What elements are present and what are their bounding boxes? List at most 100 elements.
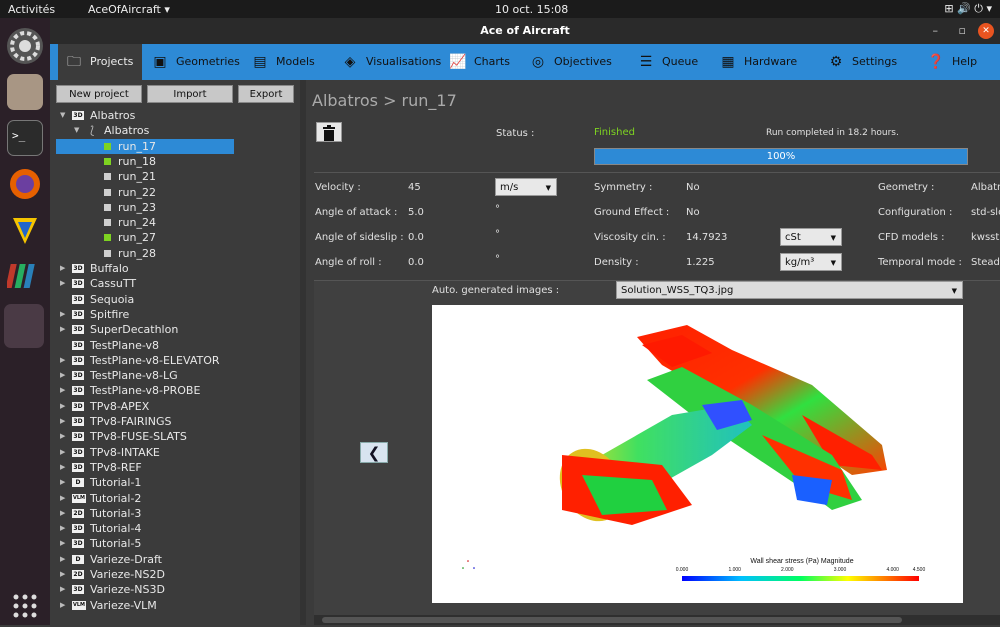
tab-settings[interactable]: ⚙ Settings <box>820 44 910 80</box>
settings-launcher-icon[interactable] <box>7 28 43 64</box>
files-icon[interactable] <box>7 74 43 110</box>
run-item[interactable]: run_17 <box>56 138 234 154</box>
viscosity-unit-select[interactable]: cSt ▼ <box>780 228 842 246</box>
image-select-value: Solution_WSS_TQ3.jpg <box>621 285 734 296</box>
project-item[interactable]: ▶ 3D TestPlane-v8-ELEVATOR <box>50 353 300 368</box>
project-item[interactable]: ▶ VLM Tutorial-2 <box>50 491 300 506</box>
run-item[interactable]: run_18 <box>50 154 300 169</box>
project-item[interactable]: 3D Sequoia <box>50 292 300 307</box>
run-item[interactable]: run_21 <box>50 169 300 184</box>
project-item[interactable]: ▶ 3D Spitfire <box>50 307 300 322</box>
expand-right-icon[interactable]: ▶ <box>60 399 65 414</box>
previous-image-button[interactable]: ❮ <box>360 442 388 463</box>
viscosity-label: Viscosity cin. : <box>594 232 666 243</box>
expand-right-icon[interactable]: ▶ <box>60 261 65 276</box>
project-item[interactable]: ▶ 3D TPv8-APEX <box>50 399 300 414</box>
expand-right-icon[interactable]: ▶ <box>60 368 65 383</box>
project-item[interactable]: 3D TestPlane-v8 <box>50 338 300 353</box>
tab-geometries[interactable]: ▣ Geometries <box>144 44 240 80</box>
expand-right-icon[interactable]: ▶ <box>60 276 65 291</box>
tab-objectives[interactable]: ◎ Objectives <box>522 44 612 80</box>
expand-right-icon[interactable]: ▶ <box>60 460 65 475</box>
show-apps-icon[interactable] <box>7 588 43 624</box>
app-launcher-icon[interactable] <box>5 258 43 294</box>
run-item[interactable]: run_22 <box>50 185 300 200</box>
expand-right-icon[interactable]: ▶ <box>60 414 65 429</box>
project-item[interactable]: ▶ 2D Varieze-NS2D <box>50 567 300 582</box>
project-item[interactable]: ▶ 3D SuperDecathlon <box>50 322 300 337</box>
expand-right-icon[interactable]: ▶ <box>60 536 65 551</box>
expand-down-icon[interactable]: ▼ <box>74 123 79 138</box>
config-item[interactable]: ▼ ⟅ Albatros <box>50 123 300 138</box>
expand-right-icon[interactable]: ▶ <box>60 475 65 490</box>
tab-queue[interactable]: ☰ Queue <box>630 44 700 80</box>
new-project-button[interactable]: New project <box>56 85 142 103</box>
terminal-icon[interactable]: >_ <box>7 120 43 156</box>
expand-right-icon[interactable]: ▶ <box>60 383 65 398</box>
project-item[interactable]: ▶ 3D TPv8-INTAKE <box>50 445 300 460</box>
project-item[interactable]: ▶ D Tutorial-1 <box>50 475 300 490</box>
minimize-button[interactable]: – <box>933 18 939 44</box>
horizontal-scrollbar[interactable] <box>314 615 1000 625</box>
tab-visualisations[interactable]: ◈ Visualisations <box>334 44 442 80</box>
tree-item-label: CassuTT <box>90 277 137 291</box>
firefox-icon[interactable] <box>7 166 43 202</box>
help-icon: ❓ <box>927 54 945 70</box>
import-button[interactable]: Import <box>147 85 233 103</box>
expand-right-icon[interactable]: ▶ <box>60 307 65 322</box>
clock[interactable]: 10 oct. 15:08 <box>495 3 568 16</box>
project-item[interactable]: ▶ 3D Varieze-NS3D <box>50 582 300 597</box>
project-item[interactable]: ▶ 3D CassuTT <box>50 276 300 291</box>
run-item[interactable]: run_28 <box>50 246 300 261</box>
project-item[interactable]: ▶ 2D Tutorial-3 <box>50 506 300 521</box>
project-item[interactable]: ▶ D Varieze-Draft <box>50 552 300 567</box>
expand-right-icon[interactable]: ▶ <box>60 429 65 444</box>
project-item[interactable]: ▶ 3D Tutorial-5 <box>50 536 300 551</box>
expand-right-icon[interactable]: ▶ <box>60 491 65 506</box>
expand-right-icon[interactable]: ▶ <box>60 445 65 460</box>
tab-charts[interactable]: 📈 Charts <box>442 44 512 80</box>
project-item[interactable]: ▶ 3D TPv8-FUSE-SLATS <box>50 429 300 444</box>
image-select[interactable]: Solution_WSS_TQ3.jpg ▼ <box>616 281 963 299</box>
expand-right-icon[interactable]: ▶ <box>60 552 65 567</box>
expand-right-icon[interactable]: ▶ <box>60 521 65 536</box>
project-item[interactable]: ▶ 3D TPv8-FAIRINGS <box>50 414 300 429</box>
expand-down-icon[interactable]: ▼ <box>60 108 65 123</box>
system-menu[interactable]: ⊞ 🔊 ⏻ ▾ <box>944 2 992 16</box>
close-button[interactable]: ✕ <box>978 23 994 39</box>
app-menu[interactable]: AceOfAircraft ▾ <box>88 3 170 16</box>
project-item[interactable]: ▶ VLM Varieze-VLM <box>50 598 300 613</box>
run-item[interactable]: run_27 <box>50 230 300 245</box>
expand-right-icon[interactable]: ▶ <box>60 567 65 582</box>
velocity-unit-select[interactable]: m/s ▼ <box>495 178 557 196</box>
tab-hardware[interactable]: ▦ Hardware <box>712 44 802 80</box>
tab-models[interactable]: ▤ Models <box>244 44 324 80</box>
images-label: Auto. generated images : <box>432 285 560 296</box>
project-type-badge-icon: 3D <box>72 264 84 273</box>
active-app-icon[interactable] <box>4 304 44 348</box>
scrollbar-thumb[interactable] <box>322 617 902 623</box>
tree-item-label: TPv8-REF <box>90 460 142 474</box>
project-item[interactable]: ▶ 3D TestPlane-v8-LG <box>50 368 300 383</box>
project-item[interactable]: ▶ 3D Tutorial-4 <box>50 521 300 536</box>
maximize-button[interactable]: ▫ <box>959 18 966 44</box>
expand-right-icon[interactable]: ▶ <box>60 582 65 597</box>
project-item[interactable]: ▼ 3D Albatros <box>50 108 300 123</box>
vlc-icon[interactable] <box>7 212 43 248</box>
run-item[interactable]: run_24 <box>50 215 300 230</box>
export-button[interactable]: Export <box>238 85 294 103</box>
expand-right-icon[interactable]: ▶ <box>60 353 65 368</box>
run-item[interactable]: run_23 <box>50 200 300 215</box>
expand-right-icon[interactable]: ▶ <box>60 506 65 521</box>
tree-item-label: Tutorial-2 <box>90 491 142 505</box>
tab-help[interactable]: ❓ Help <box>920 44 990 80</box>
project-item[interactable]: ▶ 3D Buffalo <box>50 261 300 276</box>
expand-right-icon[interactable]: ▶ <box>60 598 65 613</box>
delete-button[interactable] <box>316 122 342 142</box>
tab-projects[interactable]: 🗀 Projects <box>58 44 142 80</box>
project-item[interactable]: ▶ 3D TPv8-REF <box>50 460 300 475</box>
expand-right-icon[interactable]: ▶ <box>60 322 65 337</box>
project-item[interactable]: ▶ 3D TestPlane-v8-PROBE <box>50 383 300 398</box>
density-unit-select[interactable]: kg/m³ ▼ <box>780 253 842 271</box>
activities-button[interactable]: Activités <box>8 3 55 16</box>
